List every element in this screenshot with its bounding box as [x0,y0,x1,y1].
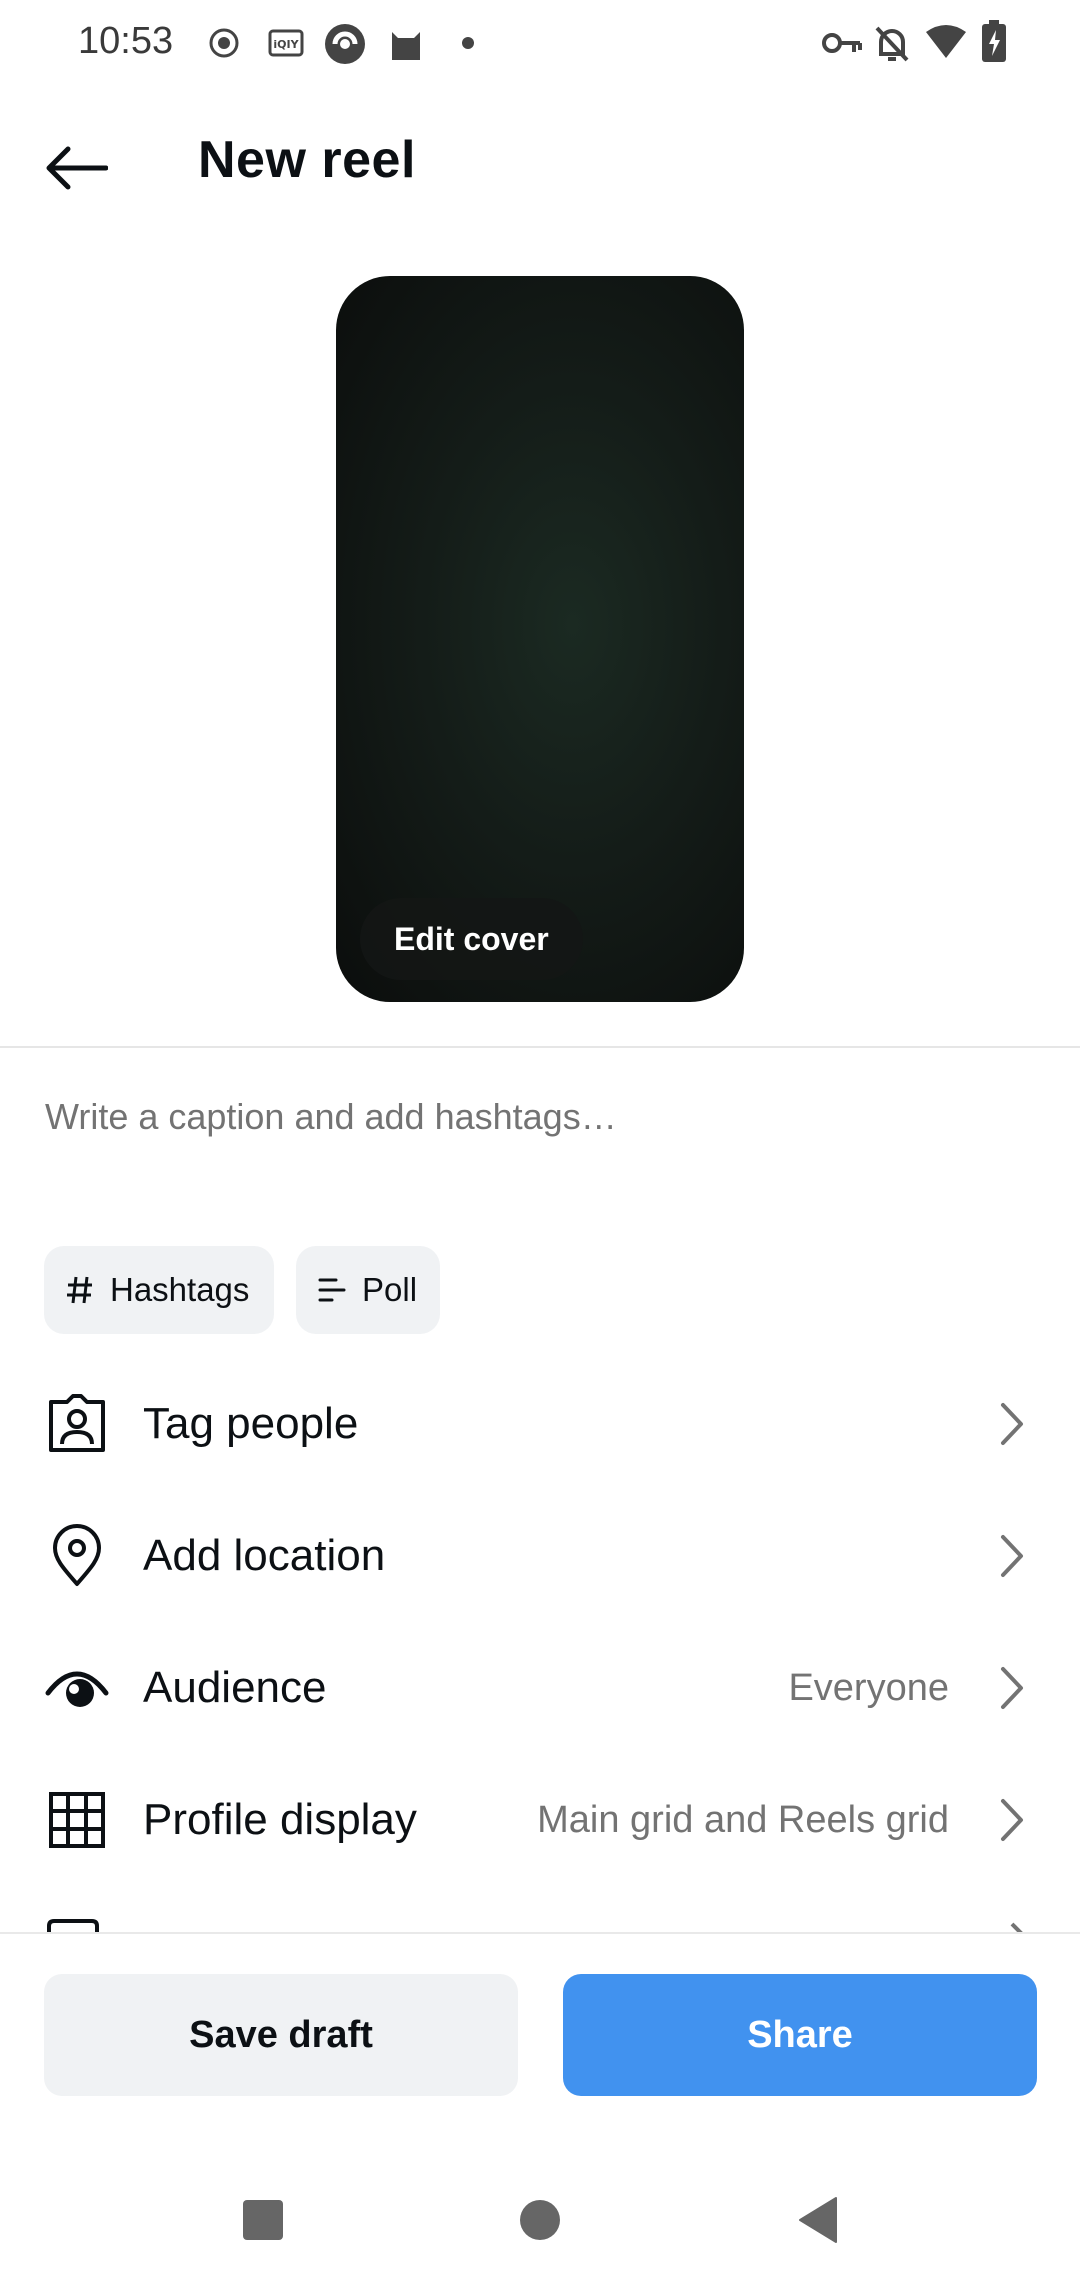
hashtag-icon [66,1275,94,1305]
iqiyi-icon: iQIY [268,29,304,62]
status-bar: 10:53 iQIY [0,0,1080,88]
system-nav-bar [0,2160,1080,2280]
share-button[interactable]: Share [563,1974,1037,2096]
chip-label: Hashtags [110,1271,250,1308]
audience-eye-icon [44,1655,110,1721]
recents-square-icon[interactable] [233,2190,293,2250]
tag-people-row[interactable]: Tag people [0,1358,1080,1490]
header: New reel [0,108,1080,218]
hashtags-chip[interactable]: Hashtags [44,1246,274,1334]
poll-icon [318,1277,346,1303]
wifi-icon [924,24,968,65]
record-icon [208,27,240,64]
back-triangle-icon[interactable] [788,2190,848,2250]
chevron-right-icon [992,1526,1032,1586]
grid-icon [44,1787,110,1853]
save-draft-button[interactable]: Save draft [44,1974,518,2096]
chevron-right-icon [992,1790,1032,1850]
profile-display-value: Main grid and Reels grid [537,1798,949,1841]
add-location-row[interactable]: Add location [0,1490,1080,1622]
divider [0,1046,1080,1048]
vpn-key-icon [822,30,862,61]
battery-charging-icon [980,20,1008,69]
chevron-right-icon [992,1658,1032,1718]
page-title: New reel [198,131,416,189]
audience-value: Everyone [788,1666,949,1709]
caption-input[interactable]: Write a caption and add hashtags… [45,1096,617,1138]
row-label: Audience [143,1663,327,1712]
next-option-row-partial[interactable] [0,1910,1080,1934]
notifications-off-icon [873,24,911,69]
chevron-right-icon [992,1394,1032,1454]
audience-row[interactable]: Audience Everyone [0,1622,1080,1754]
status-time: 10:53 [78,20,174,62]
row-label: Tag people [143,1399,359,1448]
cat-icon [386,24,426,67]
poll-chip[interactable]: Poll [296,1246,440,1334]
edit-cover-button[interactable]: Edit cover [360,898,583,980]
back-button[interactable] [36,128,116,208]
row-label: Profile display [143,1795,417,1844]
svg-text:iQIY: iQIY [273,38,299,51]
back-arrow-icon [46,146,108,190]
chip-label: Poll [362,1271,418,1308]
app-icon [323,22,367,71]
tag-people-icon [44,1391,110,1457]
location-pin-icon [44,1523,110,1589]
profile-display-row[interactable]: Profile display Main grid and Reels grid [0,1754,1080,1886]
home-circle-icon[interactable] [510,2190,570,2250]
row-label: Add location [143,1531,386,1580]
reel-cover-preview[interactable]: Edit cover [336,276,744,1002]
dot-icon [461,36,475,55]
